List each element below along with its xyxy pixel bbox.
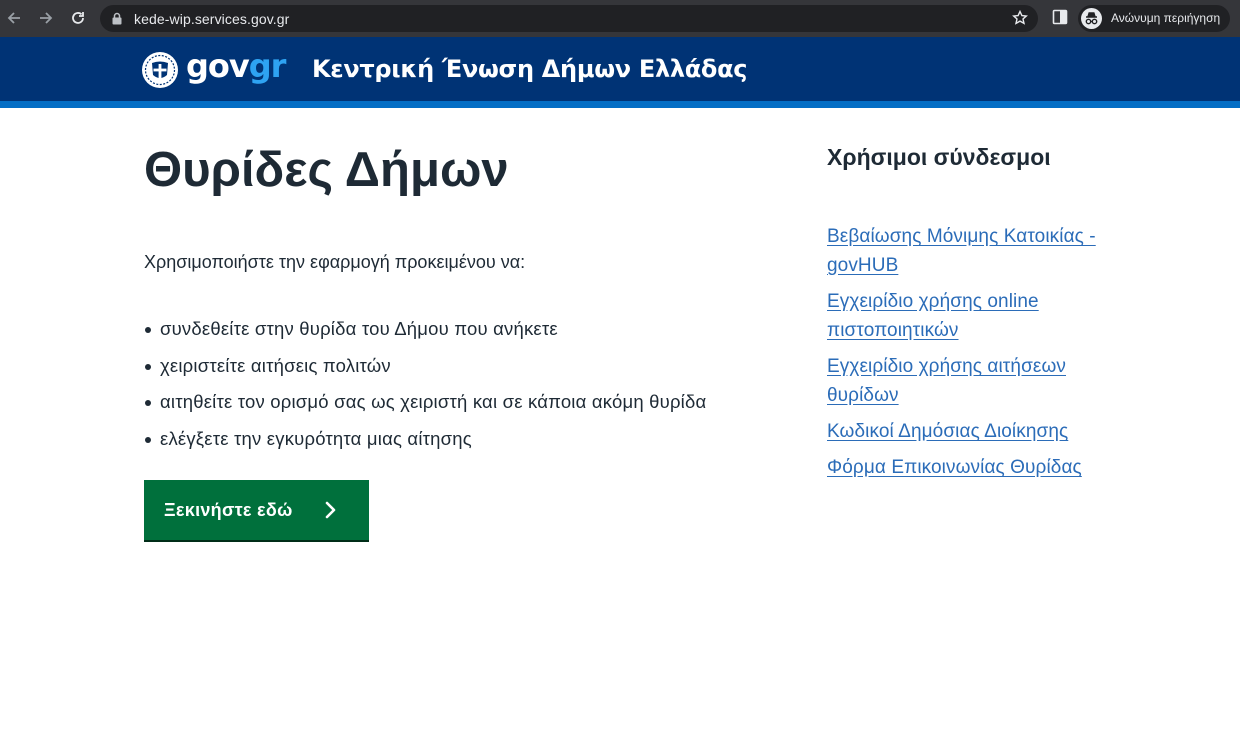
back-icon[interactable] (3, 7, 25, 29)
url-text[interactable]: kede-wip.services.gov.gr (134, 11, 289, 27)
forward-icon[interactable] (35, 7, 57, 29)
list-item: χειριστείτε αιτήσεις πολιτών (144, 348, 706, 385)
feature-list: συνδεθείτε στην θυρίδα του Δήμου που ανή… (144, 311, 706, 457)
useful-links-list: Βεβαίωσης Μόνιμης Κατοικίας - govHUB Εγχ… (827, 222, 1127, 489)
link-mailbox-requests-manual[interactable]: Εγχειρίδιο χρήσης αιτήσεων θυρίδων (827, 356, 1066, 406)
site-title[interactable]: Κεντρική Ένωση Δήμων Ελλάδας (312, 55, 748, 83)
incognito-indicator[interactable]: Ανώνυμη περιήγηση (1078, 5, 1230, 32)
start-button-label: Ξεκινήστε εδώ (164, 499, 293, 520)
side-panel-icon[interactable] (1052, 9, 1068, 30)
site-header: govgr Κεντρική Ένωση Δήμων Ελλάδας (0, 37, 1240, 101)
link-online-certificates-manual[interactable]: Εγχειρίδιο χρήσης online πιστοποιητικών (827, 291, 1039, 341)
logo-gr-text: gr (248, 47, 287, 85)
incognito-icon (1081, 8, 1102, 29)
incognito-label: Ανώνυμη περιήγηση (1111, 11, 1221, 25)
list-item: συνδεθείτε στην θυρίδα του Δήμου που ανή… (144, 311, 706, 348)
intro-text: Χρησιμοποιήστε την εφαρμογή προκειμένου … (144, 252, 526, 272)
reload-icon[interactable] (67, 7, 89, 29)
link-mailbox-contact-form[interactable]: Φόρμα Επικοινωνίας Θυρίδας (827, 457, 1082, 478)
start-button[interactable]: Ξεκινήστε εδώ (144, 480, 369, 542)
link-public-administration-codes[interactable]: Κωδικοί Δημόσιας Διοίκησης (827, 421, 1068, 442)
header-stripe (0, 101, 1240, 108)
page-title: Θυρίδες Δήμων (144, 143, 509, 197)
govgr-logo[interactable]: govgr (186, 46, 287, 86)
greek-emblem-icon[interactable] (141, 51, 179, 89)
sidebar-title: Χρήσιμοι σύνδεσμοι (827, 144, 1051, 170)
lock-icon[interactable] (112, 12, 122, 30)
link-permanent-residence-certificate[interactable]: Βεβαίωσης Μόνιμης Κατοικίας - govHUB (827, 226, 1096, 276)
browser-toolbar: kede-wip.services.gov.gr Ανώνυμη περιήγη… (0, 0, 1240, 37)
list-item: αιτηθείτε τον ορισμό σας ως χειριστή και… (144, 384, 706, 421)
list-item: ελέγξετε την εγκυρότητα μιας αίτησης (144, 421, 706, 458)
logo-gov-text: gov (186, 47, 250, 85)
chevron-right-icon (324, 501, 338, 524)
star-icon[interactable] (1012, 9, 1028, 31)
address-bar[interactable]: kede-wip.services.gov.gr (100, 5, 1038, 32)
